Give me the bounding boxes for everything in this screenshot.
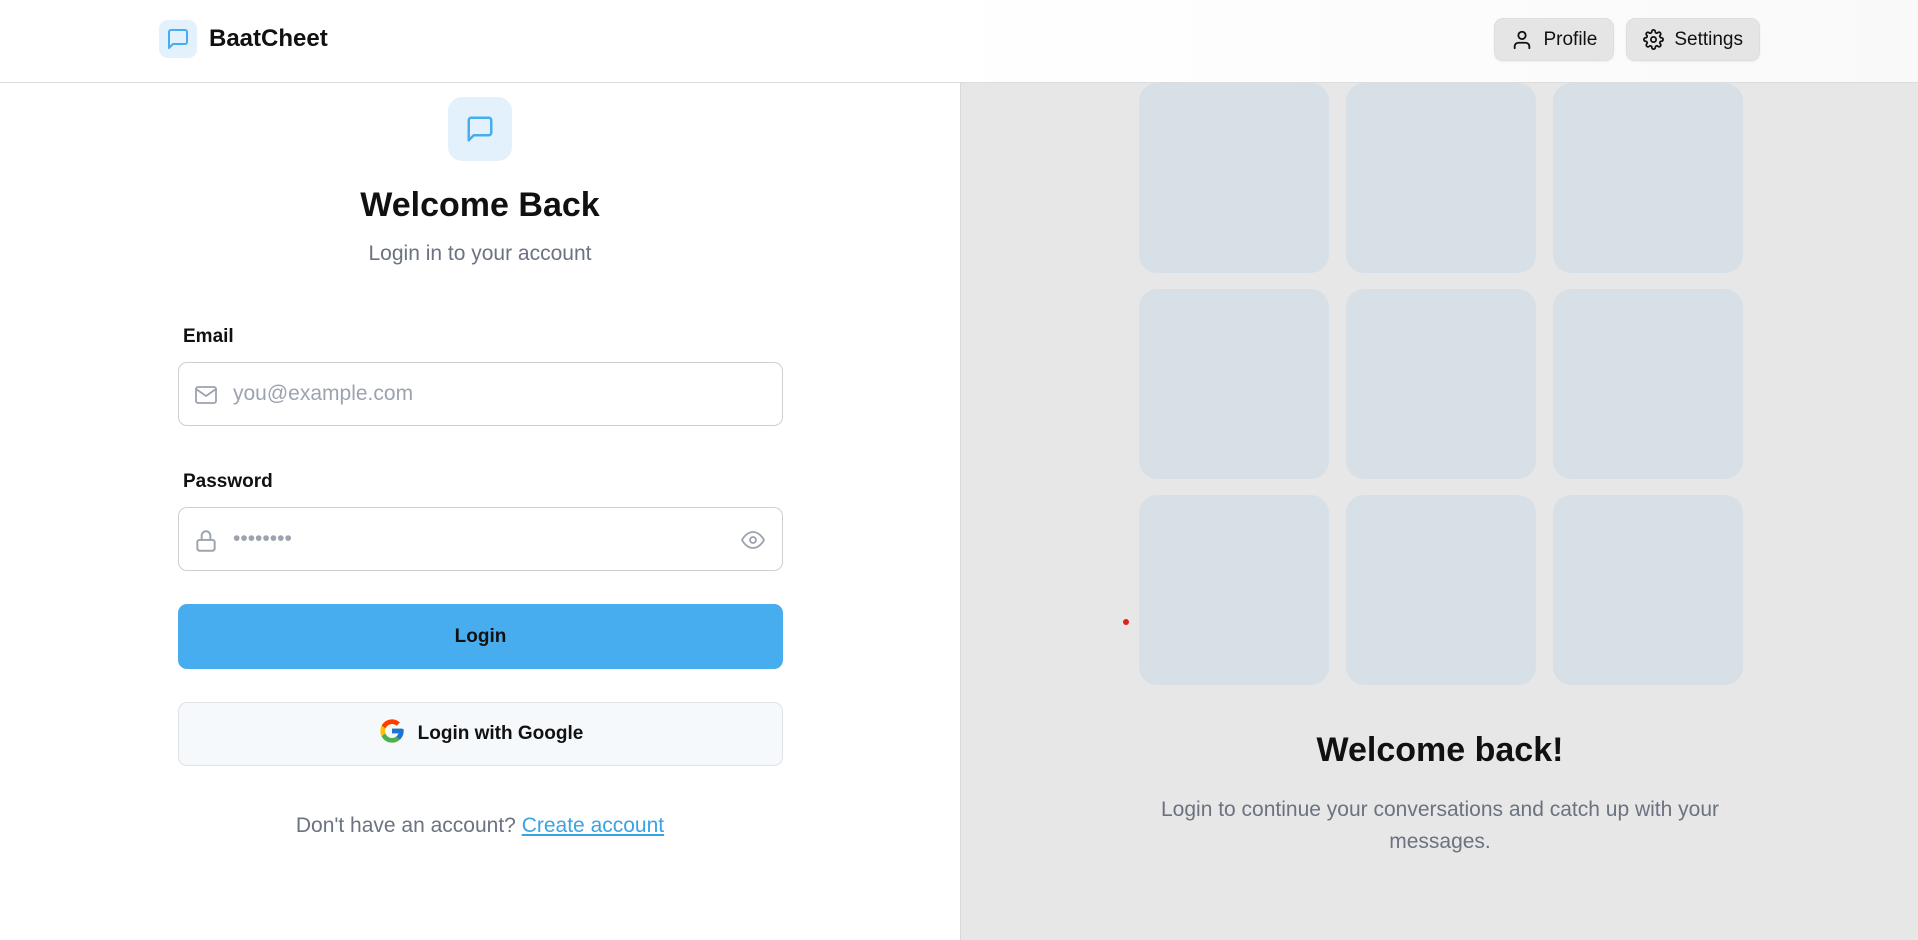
- settings-button[interactable]: Settings: [1626, 18, 1760, 61]
- brand-link[interactable]: BaatCheet: [159, 20, 328, 58]
- login-panel: Welcome Back Login in to your account Em…: [0, 83, 960, 940]
- signup-prompt-text: Don't have an account?: [295, 814, 516, 837]
- eye-icon[interactable]: [740, 528, 766, 557]
- profile-button-label: Profile: [1543, 28, 1598, 50]
- welcome-text: Login to continue your conversations and…: [1160, 798, 1719, 853]
- email-field-wrapper: [178, 362, 783, 426]
- email-field[interactable]: [233, 363, 722, 425]
- user-icon: [1511, 29, 1533, 51]
- pattern-tile: [1553, 495, 1743, 685]
- welcome-title: Welcome back!: [1316, 731, 1564, 769]
- pattern-tile: [1139, 289, 1329, 479]
- mail-icon: [193, 383, 219, 412]
- red-dot: [1123, 619, 1129, 625]
- top-navbar: BaatCheet Profile Settings: [0, 0, 1918, 83]
- page-title: Welcome Back: [360, 186, 600, 224]
- google-login-button[interactable]: Login with Google: [178, 702, 783, 766]
- settings-button-label: Settings: [1674, 28, 1743, 50]
- password-field[interactable]: [233, 508, 722, 570]
- password-field-wrapper: [178, 507, 783, 571]
- login-button[interactable]: Login: [178, 604, 783, 669]
- profile-button[interactable]: Profile: [1494, 18, 1615, 61]
- gear-icon: [1643, 29, 1665, 50]
- email-label: Email: [183, 326, 234, 347]
- google-icon: [378, 717, 406, 751]
- message-square-icon: [159, 20, 197, 58]
- lock-icon: [193, 528, 219, 559]
- pattern-tile: [1346, 289, 1536, 479]
- pattern-tile: [1139, 83, 1329, 273]
- password-label: Password: [183, 471, 273, 492]
- brand-name: BaatCheet: [209, 25, 328, 52]
- pattern-tile: [1346, 495, 1536, 685]
- pattern-tile: [1346, 83, 1536, 273]
- pattern-tile: [1139, 495, 1329, 685]
- message-square-icon: [448, 97, 512, 161]
- welcome-panel: Welcome back! Login to continue your con…: [960, 83, 1918, 940]
- create-account-link[interactable]: Create account: [522, 814, 664, 837]
- page-subtitle: Login in to your account: [368, 242, 592, 265]
- nav-actions: Profile Settings: [1494, 18, 1760, 61]
- pattern-tile: [1553, 289, 1743, 479]
- signup-prompt: Don't have an account? Create account: [0, 814, 960, 838]
- pattern-tile: [1553, 83, 1743, 273]
- google-login-label: Login with Google: [417, 723, 584, 744]
